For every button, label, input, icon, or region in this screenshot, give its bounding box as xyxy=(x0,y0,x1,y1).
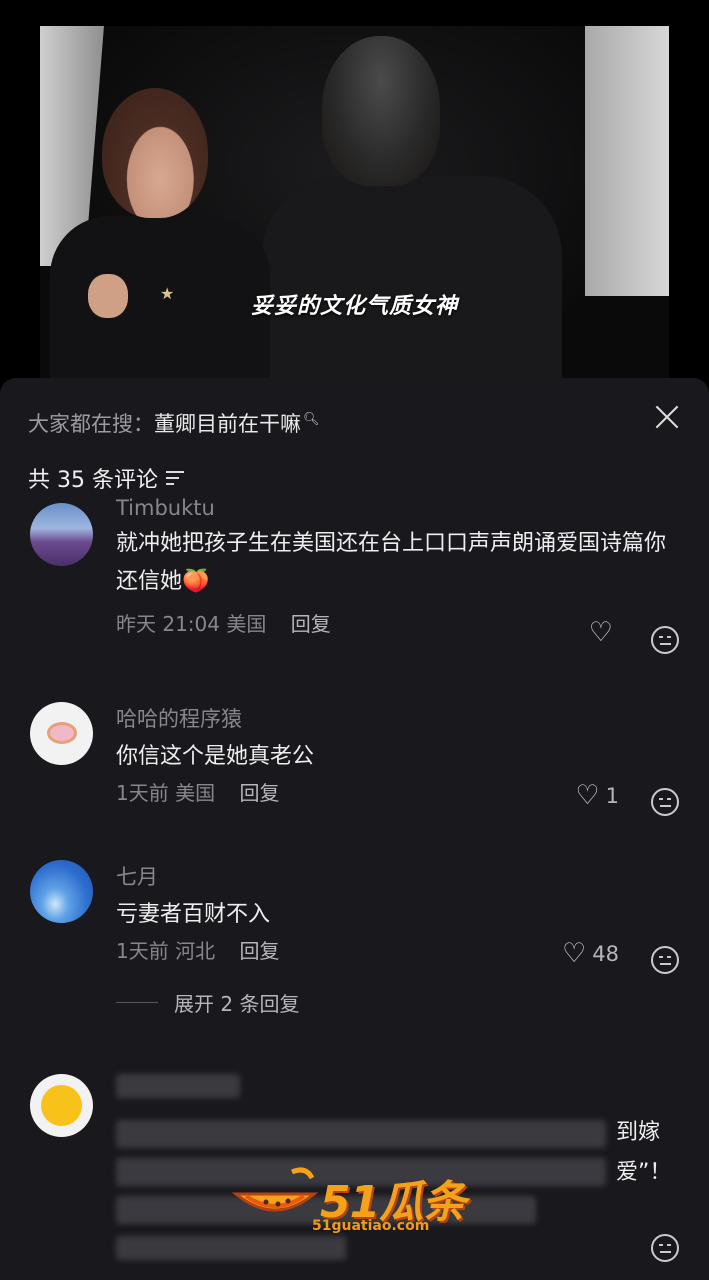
watermelon-logo-icon xyxy=(232,1167,318,1212)
man-figure xyxy=(262,176,562,378)
watermark-url: 51guatiao.com xyxy=(312,1218,430,1234)
trending-search[interactable]: 大家都在搜：董卿目前在干嘛 🔍︎ xyxy=(28,408,320,438)
comment-text-fragment: 到嫁 xyxy=(616,1120,661,1145)
close-icon[interactable] xyxy=(652,402,682,432)
reply-button[interactable]: 回复 xyxy=(291,612,331,636)
like-count: 1 xyxy=(605,783,619,808)
watermark: 51瓜条 51guatiao.com xyxy=(232,1162,482,1242)
comment-count: 共 35 条评论 xyxy=(28,468,158,493)
trending-search-keyword[interactable]: 董卿目前在干嘛 xyxy=(154,412,301,436)
like-button[interactable]: ♡ xyxy=(589,617,619,648)
comment-count-row[interactable]: 共 35 条评论 xyxy=(28,462,184,494)
heart-icon: ♡ xyxy=(562,938,587,969)
video-subtitle: 妥妥的文化气质女神 xyxy=(250,294,458,319)
studio-panel-right xyxy=(585,26,669,296)
heart-icon: ♡ xyxy=(575,780,600,811)
comment-text: 亏妻者百财不入 xyxy=(116,902,271,927)
divider xyxy=(116,1002,158,1003)
dislike-icon[interactable] xyxy=(651,626,679,654)
comment-text: 就冲她把孩子生在美国还在台上口口声声朗诵爱国诗篇你还信她🍑 xyxy=(116,525,676,601)
man-head xyxy=(322,36,440,186)
expand-replies-label: 展开 2 条回复 xyxy=(174,992,300,1016)
video-frame: ★ xyxy=(40,26,669,378)
avatar[interactable] xyxy=(30,503,93,566)
donut-icon xyxy=(47,722,77,744)
comment-time: 1天前 xyxy=(116,781,169,805)
heart-icon: ♡ xyxy=(588,617,613,648)
comment-text: 你信这个是她真老公 xyxy=(116,744,315,769)
comment-sheet: 大家都在搜：董卿目前在干嘛 🔍︎ 共 35 条评论 Timbuktu 就冲她把孩子… xyxy=(0,378,709,1280)
dislike-icon[interactable] xyxy=(651,1234,679,1262)
dislike-icon[interactable] xyxy=(651,946,679,974)
trending-search-prefix: 大家都在搜： xyxy=(28,412,154,436)
comment-time: 昨天 21:04 xyxy=(116,612,220,636)
reply-button[interactable]: 回复 xyxy=(239,781,279,805)
blurred-username xyxy=(116,1074,240,1098)
comment-location: 美国 xyxy=(175,781,216,805)
avatar[interactable] xyxy=(30,1074,93,1137)
like-count: 48 xyxy=(592,941,619,966)
video-player[interactable]: ★ 妥妥的文化气质女神 xyxy=(0,0,709,390)
woman-head xyxy=(102,88,208,218)
avatar[interactable] xyxy=(30,860,93,923)
laughing-emoji-icon xyxy=(41,1085,82,1126)
dislike-icon[interactable] xyxy=(651,788,679,816)
like-button[interactable]: ♡ 1 xyxy=(575,780,619,811)
comment-location: 美国 xyxy=(226,612,267,636)
comment-text-fragment: 爱”！ xyxy=(616,1160,672,1185)
peach-emoji-icon: 🍑 xyxy=(182,569,210,594)
avatar[interactable] xyxy=(30,702,93,765)
expand-replies-button[interactable]: 展开 2 条回复 xyxy=(116,988,299,1017)
comment-username[interactable]: Timbuktu xyxy=(116,493,676,523)
sort-filter-icon[interactable] xyxy=(165,471,184,485)
like-button[interactable]: ♡ 48 xyxy=(562,938,619,969)
search-icon: 🔍︎ xyxy=(303,412,320,427)
reply-button[interactable]: 回复 xyxy=(239,939,279,963)
comment-time: 1天前 xyxy=(116,939,169,963)
comment-location: 河北 xyxy=(175,939,216,963)
comment-username[interactable]: 哈哈的程序猿 xyxy=(116,704,676,734)
comment-username[interactable]: 七月 xyxy=(116,862,676,892)
blurred-text-line xyxy=(116,1120,606,1148)
